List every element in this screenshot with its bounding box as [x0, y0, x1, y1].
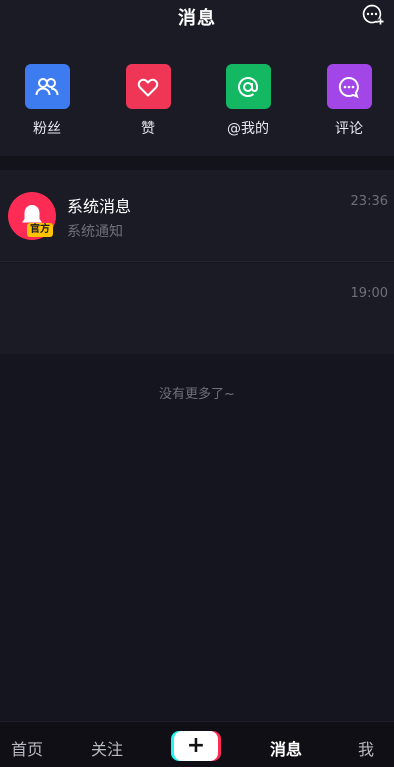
new-chat-icon[interactable] [361, 3, 385, 27]
message-row[interactable]: 19:00 [0, 263, 394, 354]
message-subtitle: 系统通知 [67, 224, 123, 240]
at-icon [225, 64, 271, 109]
plus-icon: + [174, 731, 218, 761]
message-row-system[interactable]: 官方 系统消息 系统通知 23:36 [0, 170, 394, 262]
message-time: 19:00 [350, 286, 388, 301]
quick-action-label: @我的 [227, 121, 269, 137]
quick-action-mentions[interactable]: @我的 [213, 64, 283, 138]
nav-item-me[interactable]: 我 [358, 736, 374, 760]
heart-icon [125, 64, 171, 109]
quick-action-label: 评论 [335, 121, 363, 137]
fans-icon [24, 64, 70, 109]
nav-item-follow[interactable]: 关注 [91, 736, 123, 760]
quick-action-comments[interactable]: 评论 [314, 64, 384, 138]
section-divider [0, 156, 394, 170]
app-root: 消息 粉丝 赞 @我的 评论 官方 系统消息 系统通知 23:36 19:00 … [0, 0, 394, 767]
bottom-nav: 首页 关注 + 消息 我 [0, 721, 394, 767]
quick-action-label: 赞 [141, 121, 155, 137]
nav-item-messages[interactable]: 消息 [270, 736, 302, 760]
header-bar: 消息 [0, 0, 394, 32]
quick-actions: 粉丝 赞 @我的 评论 [0, 32, 394, 156]
nav-item-home[interactable]: 首页 [11, 736, 43, 760]
official-badge: 官方 [27, 223, 53, 237]
quick-action-likes[interactable]: 赞 [113, 64, 183, 138]
create-button[interactable]: + [171, 731, 221, 761]
no-more-text: 没有更多了~ [159, 387, 235, 402]
quick-action-fans[interactable]: 粉丝 [12, 64, 82, 138]
comment-icon [326, 64, 372, 109]
message-time: 23:36 [350, 194, 388, 209]
message-title: 系统消息 [67, 197, 132, 216]
page-title: 消息 [178, 8, 216, 29]
quick-action-label: 粉丝 [33, 121, 61, 137]
